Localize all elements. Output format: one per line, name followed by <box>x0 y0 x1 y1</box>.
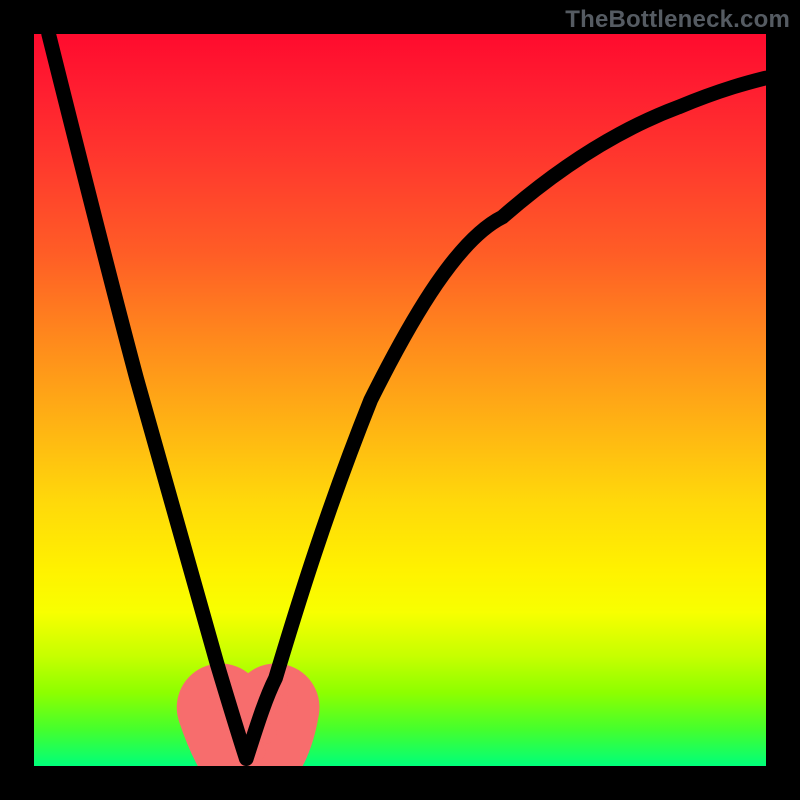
watermark-text: TheBottleneck.com <box>565 6 790 34</box>
bottleneck-curve <box>49 34 766 759</box>
plot-svg <box>34 34 766 766</box>
chart-frame: TheBottleneck.com <box>0 0 800 800</box>
plot-area <box>34 34 766 766</box>
